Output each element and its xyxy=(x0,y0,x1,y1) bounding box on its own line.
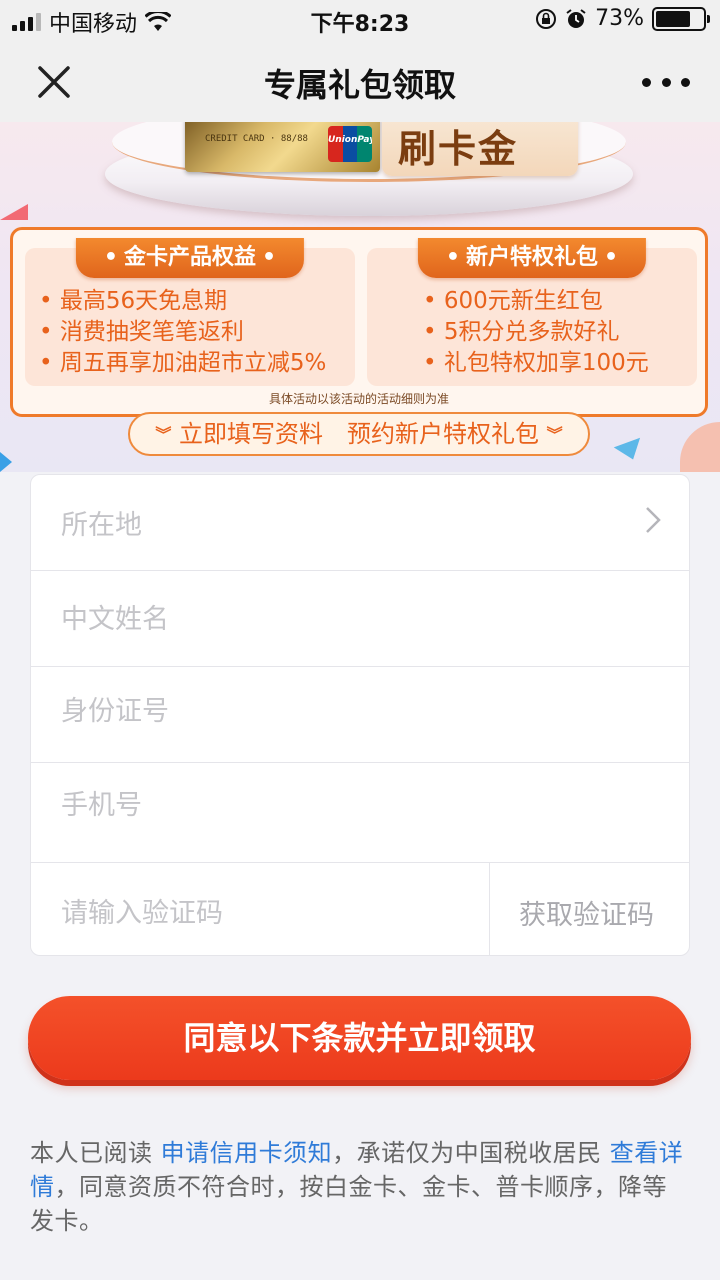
agreement-prefix: 本人已阅读 xyxy=(30,1139,161,1167)
rotation-lock-icon xyxy=(536,8,557,29)
cta-ribbon[interactable]: ︾ 立即填写资料 预约新户特权礼包 ︾ xyxy=(128,412,590,456)
location-placeholder: 所在地 xyxy=(61,510,142,541)
more-icon[interactable] xyxy=(642,70,690,94)
chinese-name-placeholder: 中文姓名 xyxy=(61,604,169,635)
gold-card-image: CREDIT CARD · 88/88 UnionPay xyxy=(185,122,380,172)
double-chevron-down-icon: ︾ xyxy=(155,425,172,444)
list-item: 600元新生红包 xyxy=(423,286,649,317)
alarm-icon xyxy=(566,8,586,28)
agreement-middle: ，承诺仅为中国税收居民 xyxy=(332,1139,610,1167)
application-form: 所在地 中文姓名 身份证号 手机号 请输入验证码 获取验证码 xyxy=(30,474,690,956)
phone-field[interactable]: 手机号 xyxy=(31,763,689,863)
battery-percent: 73% xyxy=(595,6,644,31)
list-item: 最高56天免息期 xyxy=(39,286,326,317)
card-bonus-tag: 刷卡金 xyxy=(382,122,578,176)
get-code-button[interactable]: 获取验证码 xyxy=(519,893,654,932)
confetti-decoration xyxy=(680,422,720,472)
divider xyxy=(489,863,490,955)
confetti-decoration xyxy=(613,437,647,465)
fine-print: 具体活动以该活动的活动细则为准 xyxy=(268,392,449,406)
promo-banner: CREDIT CARD · 88/88 UnionPay 刷卡金 金卡产品权益 … xyxy=(0,122,720,472)
list-item: 周五再享加油超市立减5% xyxy=(39,348,327,379)
agreement-text: 本人已阅读 申请信用卡须知，承诺仅为中国税收居民 查看详情，同意资质不符合时，按… xyxy=(30,1136,690,1238)
battery-icon xyxy=(652,6,710,31)
chinese-name-field[interactable]: 中文姓名 xyxy=(31,571,689,667)
page-title: 专属礼包领取 xyxy=(263,66,456,104)
agreement-suffix: ，同意资质不符合时，按白金卡、金卡、普卡顺序，降等发卡。 xyxy=(30,1173,667,1235)
chevron-right-icon xyxy=(646,507,661,533)
gold-benefits-title: 金卡产品权益 xyxy=(75,238,305,278)
agree-and-claim-button[interactable]: 同意以下条款并立即领取 xyxy=(28,996,691,1080)
new-user-gift-title: 新户特权礼包 xyxy=(417,238,647,278)
list-item: 礼包特权加享100元 xyxy=(423,348,649,379)
confetti-decoration xyxy=(0,452,12,472)
status-bar: 中国移动 下午8:23 73% xyxy=(0,0,720,40)
list-item: 消费抽奖笔笔返利 xyxy=(39,317,326,348)
list-item: 5积分兑多款好礼 xyxy=(423,317,649,348)
double-chevron-down-icon: ︾ xyxy=(546,425,563,444)
card-notice-link[interactable]: 申请信用卡须知 xyxy=(161,1139,333,1167)
id-number-placeholder: 身份证号 xyxy=(61,696,169,727)
location-field[interactable]: 所在地 xyxy=(31,475,689,571)
verification-code-row: 请输入验证码 获取验证码 xyxy=(31,863,689,955)
confetti-decoration xyxy=(0,204,28,220)
card-bonus-label: 刷卡金 xyxy=(398,127,519,171)
phone-placeholder: 手机号 xyxy=(61,790,142,821)
new-user-gift-panel: 新户特权礼包 600元新生红包 5积分兑多款好礼 礼包特权加享100元 xyxy=(367,238,697,386)
unionpay-logo: UnionPay xyxy=(328,126,372,162)
id-number-field[interactable]: 身份证号 xyxy=(31,667,689,763)
gold-benefits-panel: 金卡产品权益 最高56天免息期 消费抽奖笔笔返利 周五再享加油超市立减5% xyxy=(25,238,355,386)
verification-code-field[interactable]: 请输入验证码 xyxy=(61,891,223,930)
benefit-box: 金卡产品权益 最高56天免息期 消费抽奖笔笔返利 周五再享加油超市立减5% 新户… xyxy=(10,227,708,417)
nav-bar: 专属礼包领取 xyxy=(0,40,720,122)
cta-ribbon-label: 立即填写资料 预约新户特权礼包 xyxy=(179,420,539,448)
